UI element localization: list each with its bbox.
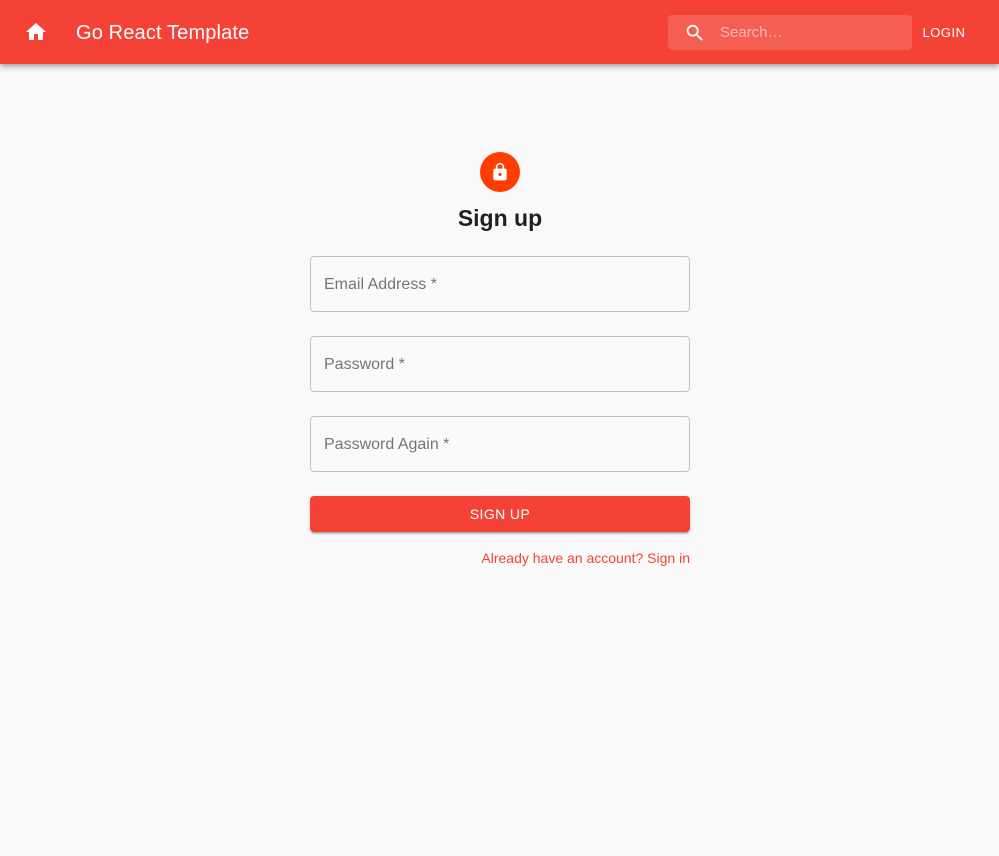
app-bar: Go React Template Login	[0, 0, 999, 64]
password-field-label: Password *	[324, 356, 405, 373]
search-icon	[686, 24, 703, 41]
password-again-field[interactable]: Password Again *	[310, 416, 690, 472]
sign-up-button[interactable]: Sign Up	[310, 496, 690, 532]
app-title: Go React Template	[76, 22, 250, 44]
email-field[interactable]: Email Address *	[310, 256, 690, 312]
home-button[interactable]	[12, 8, 60, 56]
home-icon	[26, 23, 46, 40]
search-box[interactable]	[668, 15, 912, 50]
search-input[interactable]	[720, 15, 904, 50]
lock-avatar	[480, 152, 520, 192]
password-again-field-label: Password Again *	[324, 436, 450, 453]
page-title: Sign up	[457, 205, 543, 231]
password-field[interactable]: Password *	[310, 336, 690, 392]
login-button[interactable]: Login	[915, 20, 973, 44]
email-field-label: Email Address *	[324, 276, 437, 293]
lock-icon	[493, 162, 507, 181]
sign-in-link[interactable]: Already have an account? Sign in	[310, 549, 690, 567]
